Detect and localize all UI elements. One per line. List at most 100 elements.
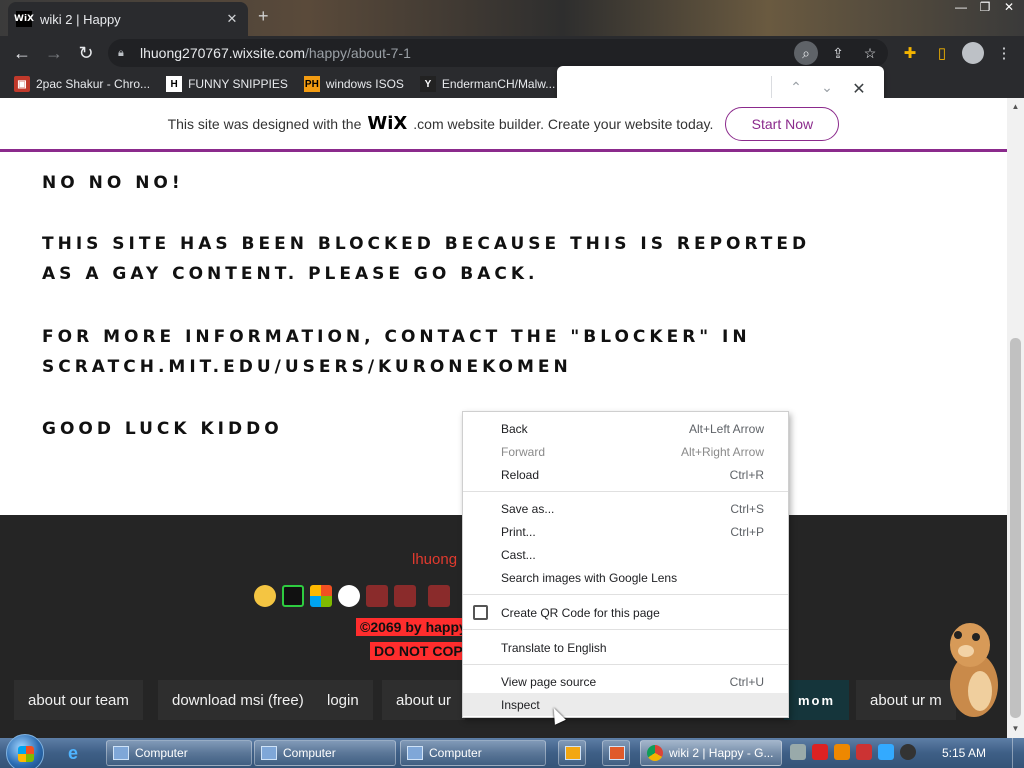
bookmark-endermanch[interactable]: Y EndermanCH/Malw... [419,76,556,92]
minimize-icon[interactable]: — [952,0,970,16]
maximize-icon[interactable]: ❐ [976,0,994,16]
app-icon [609,746,625,760]
nav-about-our-team[interactable]: about our team [14,680,143,720]
browser-tab[interactable]: WiX wiki 2 | Happy ✕ [8,2,248,36]
hamster-mascot [950,623,998,717]
reload-icon[interactable]: ↻ [70,37,102,69]
taskbar-app[interactable] [602,740,630,766]
qr-code-icon [473,605,488,620]
extensions-puzzle-icon[interactable]: ✚ [898,39,922,67]
wix-banner: This site was designed with the WiX .com … [0,98,1007,152]
tab-title: wiki 2 | Happy [40,11,121,27]
taskbar-label: Computer [429,746,482,760]
scratch-icon[interactable] [254,585,276,607]
show-desktop-button[interactable] [1012,738,1024,768]
forward-arrow-icon[interactable]: → [38,37,70,69]
browser-toolbar: ← → ↻ 🔒︎ lhuong270767.wixsite.com/happy/… [0,36,1024,70]
share-icon[interactable]: ⇪ [826,41,850,65]
tab-close-icon[interactable]: ✕ [224,11,240,27]
ctx-save-as[interactable]: Save as... Ctrl+S [463,497,788,520]
address-bar[interactable]: 🔒︎ lhuong270767.wixsite.com/happy/about-… [108,39,888,67]
github-icon[interactable] [338,585,360,607]
tray-icon[interactable] [790,744,806,760]
do-not-copy-warning: DO NOT COPY [370,642,477,660]
taskbar-computer-1[interactable]: Computer [106,740,252,766]
ctx-separator [463,594,788,595]
nav-about-ur[interactable]: about ur [382,680,466,720]
bookmark-label: EndermanCH/Malw... [441,77,556,91]
start-button[interactable] [6,734,44,768]
taskbar-computer-2[interactable]: Computer [254,740,396,766]
side-panel-icon[interactable]: ▯ [930,39,954,67]
nav-login[interactable]: login [313,680,373,720]
pixel-art-icon[interactable] [394,585,416,607]
heading-no-no-no: NO NO NO! [42,173,184,193]
taskbar-label: Computer [283,746,336,760]
ctx-inspect[interactable]: Inspect [463,693,788,716]
windows-icon[interactable] [310,585,332,607]
ctx-cast[interactable]: Cast... [463,543,788,566]
bookmark-funny-snippies[interactable]: H FUNNY SNIPPIES [166,76,288,92]
computer-icon [113,746,129,760]
url-host: lhuong270767.wixsite.com [140,45,305,61]
profile-avatar-icon[interactable] [962,42,984,64]
ctx-label: Save as... [501,501,555,516]
menu-kebab-icon[interactable]: ⋮ [992,39,1016,67]
scrollbar-thumb[interactable] [1010,338,1021,718]
ctx-create-qr[interactable]: Create QR Code for this page [463,601,788,624]
tray-icon[interactable] [812,744,828,760]
start-now-button[interactable]: Start Now [725,106,840,141]
wix-favicon-icon: WiX [14,11,34,27]
ctx-separator [463,629,788,630]
copyright-text: ©2069 by happy [356,618,471,636]
contact-message-line-1: FOR MORE INFORMATION, CONTACT THE "BLOCK… [42,327,751,347]
taskbar-clock[interactable]: 5:15 AM [942,746,986,760]
ctx-shortcut: Ctrl+U [729,674,764,689]
internet-explorer-icon[interactable]: e [68,743,90,765]
nav-mom[interactable]: mom [784,680,850,720]
pixel-art-icon[interactable] [366,585,388,607]
back-arrow-icon[interactable]: ← [6,37,38,69]
windows-logo-icon [18,746,34,762]
pixel-art-icon[interactable] [428,585,450,607]
footer-site-name[interactable]: lhuong [412,551,457,568]
new-tab-icon[interactable]: + [258,6,269,27]
green-arrow-icon[interactable] [282,585,304,607]
ctx-shortcut: Ctrl+P [730,524,764,539]
ctx-view-source[interactable]: View page source Ctrl+U [463,670,788,693]
scroll-up-icon[interactable]: ▲ [1010,102,1021,111]
taskbar-media-player[interactable] [558,740,586,766]
lock-icon: 🔒︎ [118,46,124,59]
window-controls: — ❐ ✕ [952,0,1018,20]
bookmark-label: FUNNY SNIPPIES [188,77,288,91]
window-close-icon[interactable]: ✕ [1000,0,1018,16]
ctx-forward[interactable]: Forward Alt+Right Arrow [463,440,788,463]
ctx-reload[interactable]: Reload Ctrl+R [463,463,788,486]
yp-site-icon: Y [419,76,436,92]
ctx-label: Forward [501,444,546,459]
nav-download-msi[interactable]: download msi (free) [158,680,318,720]
ph-site-icon: PH [303,76,320,92]
ctx-shortcut: Alt+Right Arrow [680,444,764,459]
bookmark-label: windows ISOS [325,77,404,91]
ctx-google-lens[interactable]: Search images with Google Lens [463,566,788,589]
scroll-down-icon[interactable]: ▼ [1010,724,1021,733]
ctx-translate[interactable]: Translate to English [463,636,788,659]
blocked-message-line-1: THIS SITE HAS BEEN BLOCKED BECAUSE THIS … [42,234,811,254]
ctx-back[interactable]: Back Alt+Left Arrow [463,417,788,440]
ctx-print[interactable]: Print... Ctrl+P [463,520,788,543]
tray-flag-icon[interactable] [856,744,872,760]
bookmark-label: 2pac Shakur - Chro... [36,77,151,91]
tray-icon[interactable] [834,744,850,760]
bookmark-windows-isos[interactable]: PH windows ISOS [303,76,404,92]
taskbar-chrome[interactable]: wiki 2 | Happy - G... [640,740,782,766]
find-in-page-icon[interactable]: ⌕ [794,41,818,65]
bookmark-star-icon[interactable]: ☆ [858,41,882,65]
taskbar-computer-3[interactable]: Computer [400,740,546,766]
tray-volume-icon[interactable] [900,744,916,760]
tray-display-icon[interactable] [878,744,894,760]
page-scrollbar[interactable]: ▲ ▼ [1007,98,1024,738]
bookmark-2pac[interactable]: ▣ 2pac Shakur - Chro... [14,76,150,92]
ctx-separator [463,491,788,492]
windows-taskbar: e Computer Computer Computer wiki 2 | Ha… [0,734,1024,768]
